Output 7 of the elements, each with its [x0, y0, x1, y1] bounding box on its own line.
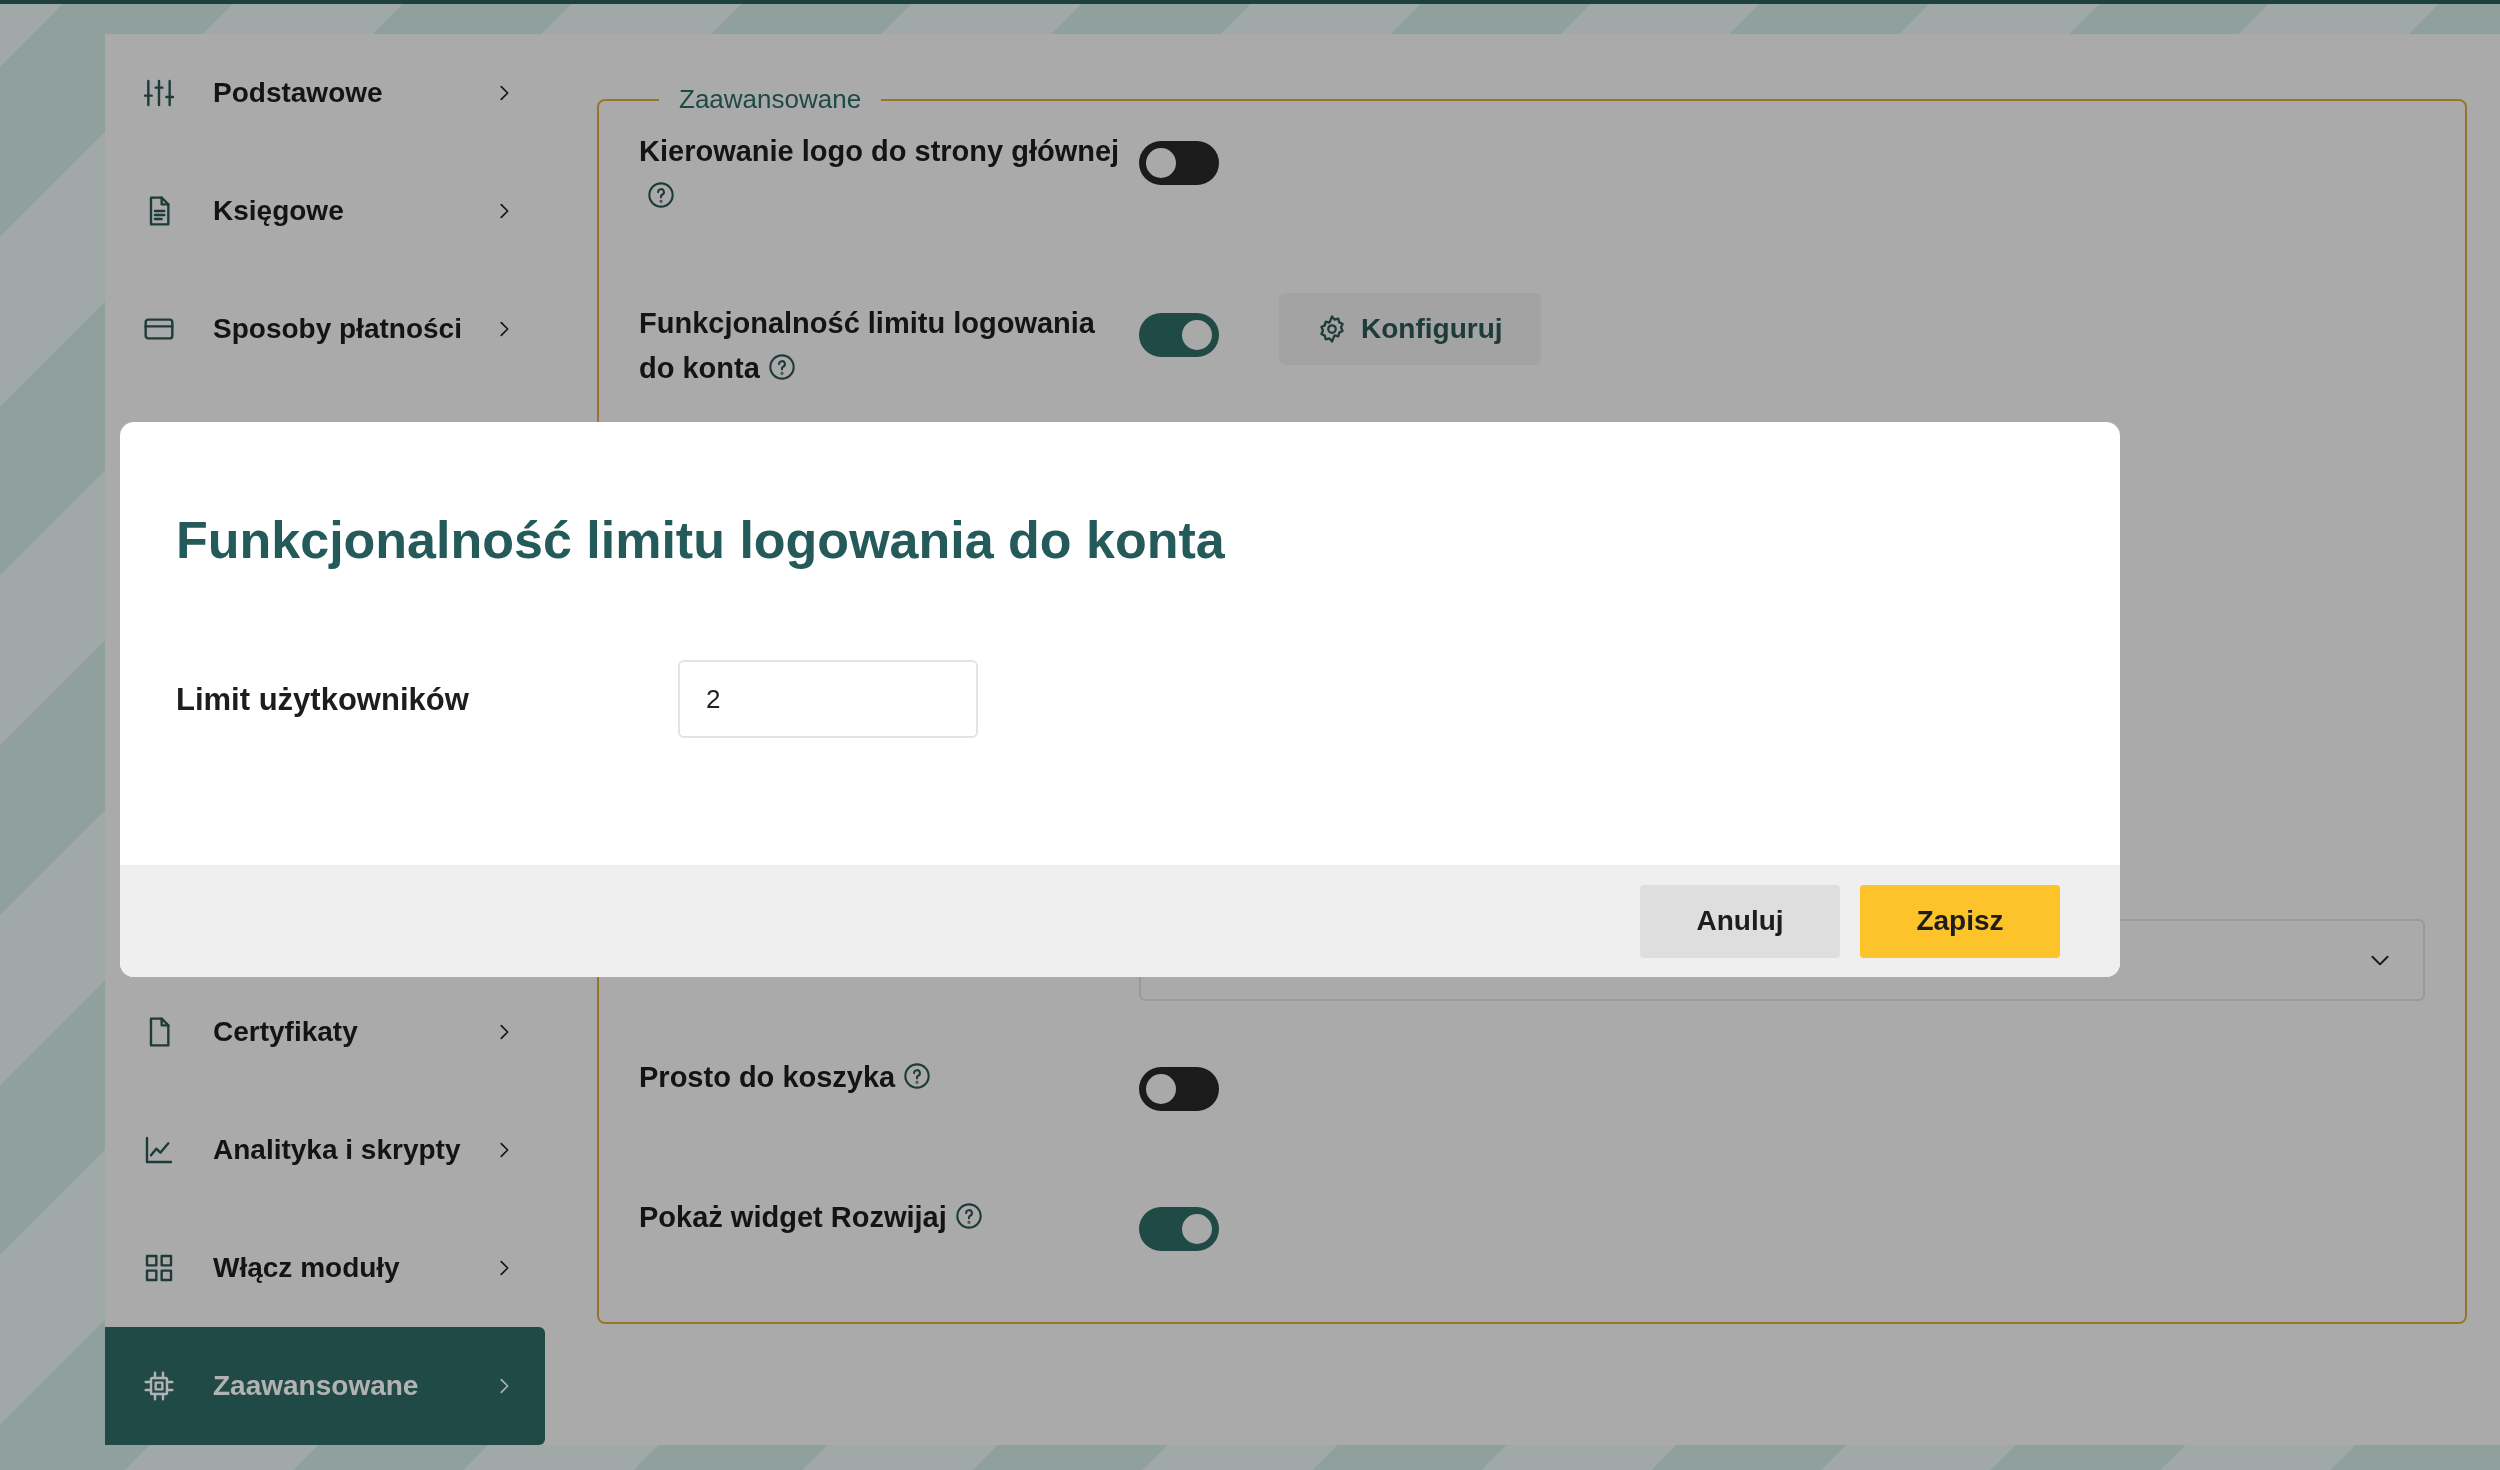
setting-label: Kierowanie logo do strony głównej — [639, 129, 1129, 219]
setting-label: Funkcjonalność limitu logowania do konta — [639, 306, 1096, 386]
setting-label: Pokaż widget Rozwijaj — [639, 1195, 1129, 1240]
setting-label: Prosto do koszyka — [639, 1055, 1129, 1100]
field-label: Limit użytkowników — [176, 682, 470, 718]
dialog-title: Funkcjonalność limitu logowania do konta — [175, 510, 1226, 571]
section-legend: Zaawansowane — [659, 84, 882, 115]
